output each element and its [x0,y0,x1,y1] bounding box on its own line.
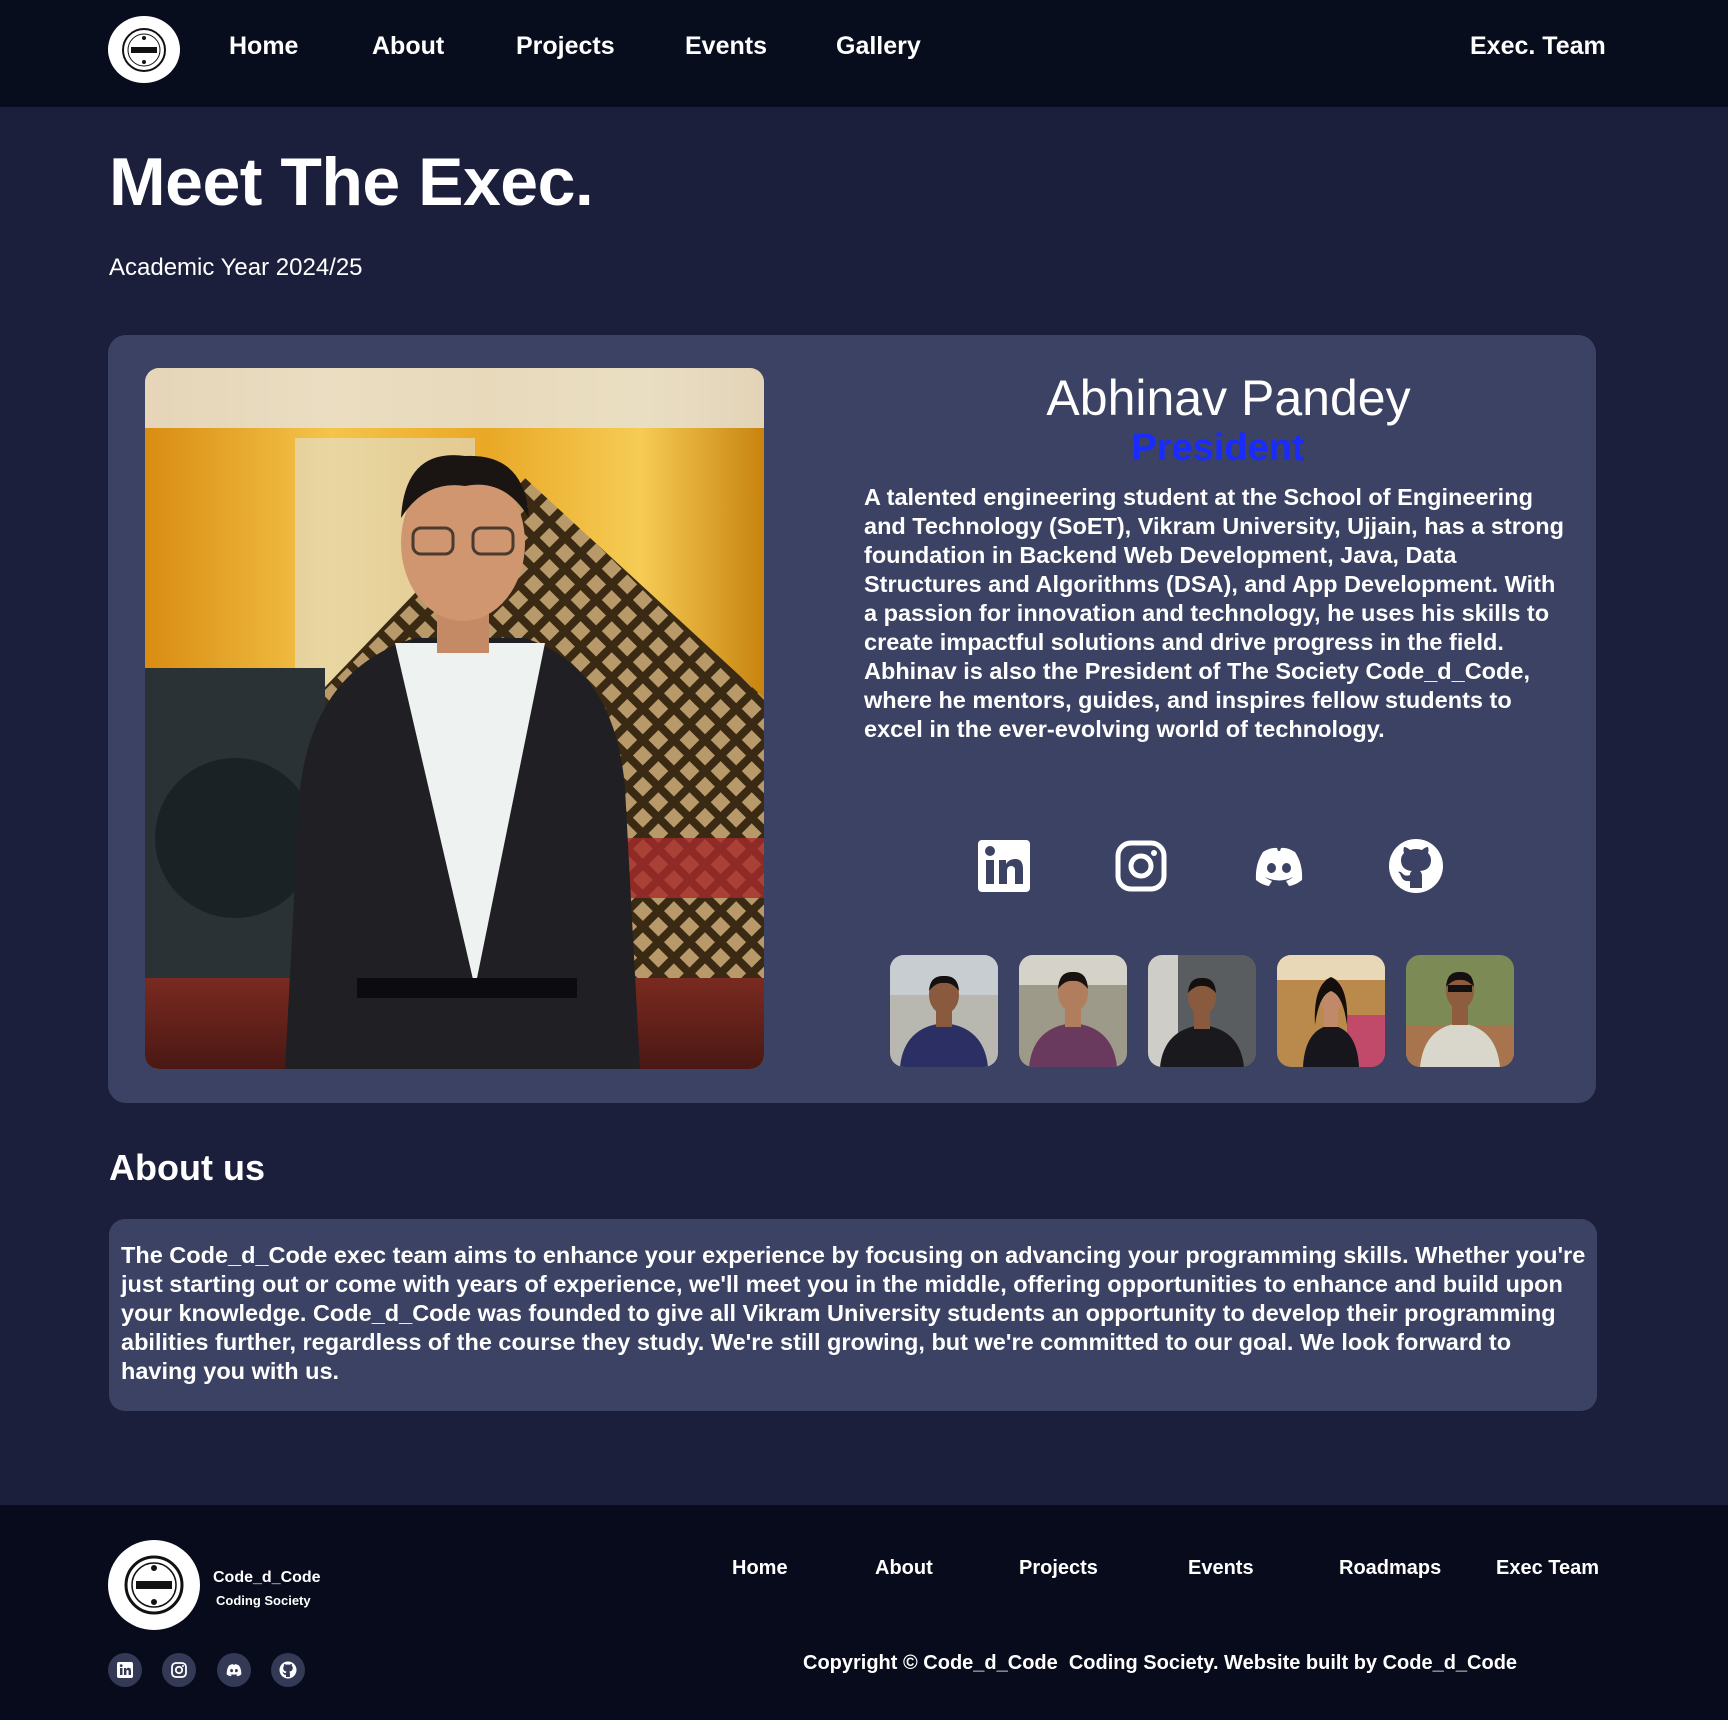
github-icon[interactable] [1388,838,1444,894]
footer-about-link[interactable]: About [875,1557,933,1580]
member-role: President [1131,427,1305,469]
footer-projects-link[interactable]: Projects [1019,1557,1098,1580]
member-social-links [968,838,1448,894]
exec-profile-card: Abhinav Pandey President A talented engi… [108,335,1596,1103]
site-footer: Code_d_Code Coding Society Home About Pr… [0,1505,1728,1720]
about-text: The Code_d_Code exec team aims to enhanc… [121,1242,1586,1384]
linkedin-icon[interactable] [976,838,1032,894]
nav-exec-team-link[interactable]: Exec. Team [1470,32,1606,61]
team-thumbnail[interactable] [1406,955,1514,1067]
footer-logo[interactable] [108,1540,200,1630]
instagram-icon[interactable] [1113,838,1169,894]
about-heading: About us [109,1147,265,1188]
nav-gallery-link[interactable]: Gallery [836,32,921,61]
footer-tagline: Coding Society [216,1593,311,1608]
nav-projects-link[interactable]: Projects [516,32,615,61]
footer-brand-name: Code_d_Code [213,1569,321,1586]
team-thumbnail[interactable] [890,955,998,1067]
nav-events-link[interactable]: Events [685,32,767,61]
footer-exec-team-link[interactable]: Exec Team [1496,1557,1599,1580]
discord-icon[interactable] [1251,838,1307,894]
team-thumbnail[interactable] [1019,955,1127,1067]
member-bio: A talented engineering student at the Sc… [864,484,1564,742]
page-subtitle: Academic Year 2024/25 [109,254,363,281]
linkedin-icon[interactable] [108,1653,142,1687]
nav-about-link[interactable]: About [372,32,444,61]
team-thumbnails [890,955,1530,1068]
footer-events-link[interactable]: Events [1188,1557,1254,1580]
discord-icon[interactable] [217,1653,251,1687]
member-name: Abhinav Pandey [1046,370,1411,426]
site-logo[interactable] [108,16,180,83]
team-thumbnail[interactable] [1277,955,1385,1067]
copyright-text: Copyright © Code_d_Code Coding Society. … [803,1652,1518,1674]
instagram-icon[interactable] [162,1653,196,1687]
page-title: Meet The Exec. [109,144,594,220]
code-d-code-emblem-icon [122,27,166,72]
top-navbar: Home About Projects Events Gallery Exec.… [0,0,1728,107]
github-icon[interactable] [271,1653,305,1687]
footer-roadmaps-link[interactable]: Roadmaps [1339,1557,1441,1580]
code-d-code-emblem-icon [124,1555,184,1615]
member-photo [145,368,764,1069]
team-thumbnail[interactable] [1148,955,1256,1067]
nav-home-link[interactable]: Home [229,32,298,61]
about-card: The Code_d_Code exec team aims to enhanc… [109,1219,1597,1411]
footer-home-link[interactable]: Home [732,1557,788,1580]
